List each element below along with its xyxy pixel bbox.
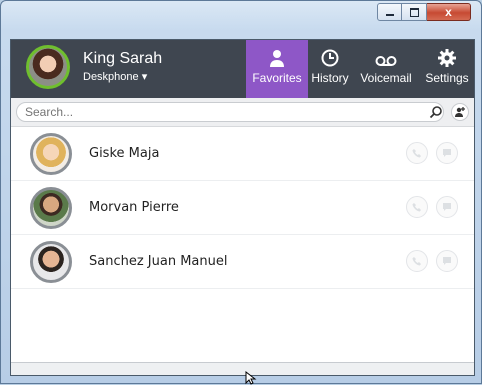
contact-name: Sanchez Juan Manuel [89,254,228,269]
user-avatar[interactable] [26,45,70,89]
tab-label: History [311,71,349,85]
phone-icon [412,149,421,158]
person-icon [267,40,287,68]
chat-icon [443,149,451,157]
minimize-button[interactable] [377,3,402,21]
search-icon[interactable] [429,105,443,119]
maximize-button[interactable] [402,3,427,21]
phone-icon [412,203,421,212]
chat-button[interactable] [436,142,458,164]
call-button[interactable] [406,250,428,272]
list-item[interactable]: Giske Maja [11,127,474,181]
chat-button[interactable] [436,250,458,272]
chat-button[interactable] [436,196,458,218]
list-item[interactable]: Morvan Pierre [11,181,474,235]
device-selector[interactable]: Deskphone ▾ [83,70,147,83]
avatar [30,133,72,175]
tab-voicemail[interactable]: Voicemail [352,40,420,98]
status-bar [11,362,474,375]
tab-label: Favorites [252,71,302,85]
tab-favorites[interactable]: Favorites [246,40,308,98]
contact-name: Giske Maja [89,146,160,161]
app-client-area: King Sarah Deskphone ▾ Favorites History [10,39,475,376]
window-controls: x [377,3,471,21]
add-person-icon [455,107,465,117]
avatar [30,187,72,229]
search-input[interactable] [16,102,444,122]
call-button[interactable] [406,196,428,218]
phone-icon [412,257,421,266]
user-name: King Sarah [83,50,163,67]
nav-tabs: Favorites History Voicemail Settings [246,40,474,98]
tab-history[interactable]: History [308,40,352,98]
chat-icon [443,203,451,211]
call-button[interactable] [406,142,428,164]
list-item[interactable]: Sanchez Juan Manuel [11,235,474,289]
search-bar [11,98,474,127]
mouse-cursor-icon [245,371,257,385]
tab-label: Voicemail [360,71,412,85]
voicemail-icon [375,40,397,68]
avatar [30,241,72,283]
contact-name: Morvan Pierre [89,200,179,215]
chat-icon [443,257,451,265]
app-window: x King Sarah Deskphone ▾ Favorites Histo… [0,0,482,385]
tab-label: Settings [425,71,469,85]
header-bar: King Sarah Deskphone ▾ Favorites History [11,40,474,98]
tab-settings[interactable]: Settings [420,40,474,98]
gear-icon [437,40,457,68]
favorites-list: Giske Maja Morvan Pierre Sanchez Juan Ma… [11,127,474,289]
close-button[interactable]: x [427,3,471,21]
clock-icon [320,40,340,68]
add-contact-button[interactable] [451,103,469,121]
